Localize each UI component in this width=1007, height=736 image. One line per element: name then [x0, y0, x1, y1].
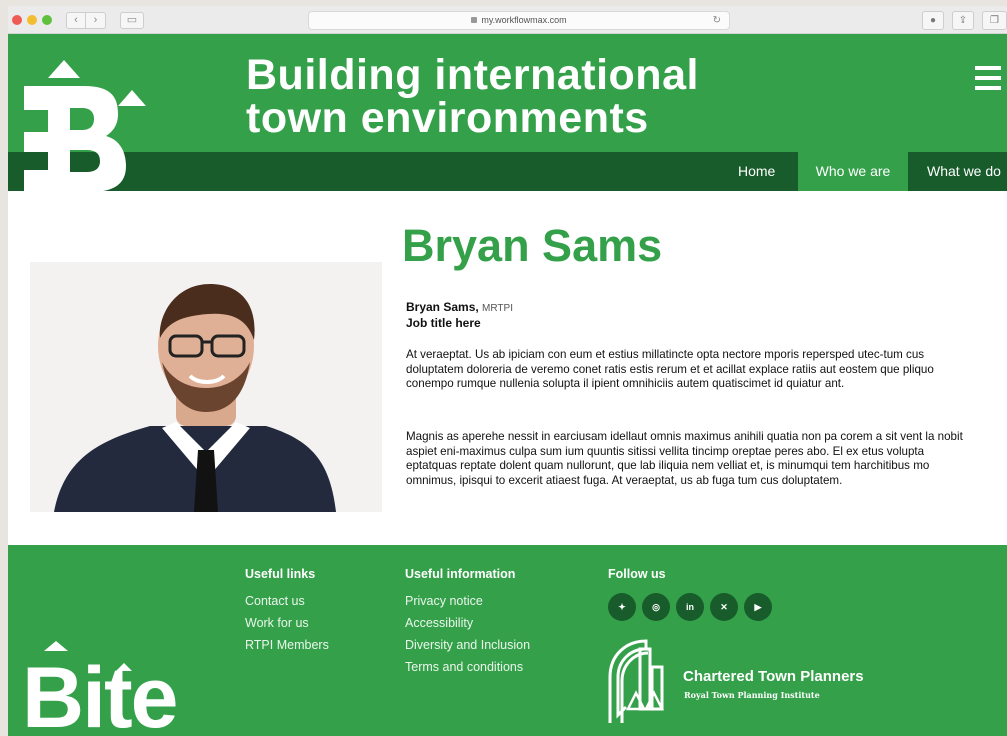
- address-bar[interactable]: my.workflowmax.com ↻: [308, 11, 730, 30]
- useful-links-title: Useful links: [245, 567, 316, 581]
- profile-job-title: Job title here: [406, 316, 481, 330]
- web-page: Building international town environments…: [8, 34, 1007, 736]
- rtpi-logo-icon[interactable]: [606, 637, 668, 723]
- back-button[interactable]: ‹: [66, 12, 86, 29]
- headline-line-2: town environments: [246, 94, 649, 142]
- forward-button[interactable]: ›: [86, 12, 106, 29]
- profile-name: Bryan Sams,: [406, 300, 479, 314]
- profile-name-line: Bryan Sams, MRTPI: [406, 300, 513, 314]
- site-header: Building international town environments: [8, 34, 1007, 152]
- footer-link-privacy[interactable]: Privacy notice: [405, 594, 483, 608]
- site-logo-icon[interactable]: [22, 60, 152, 192]
- share-icon: ⇪: [958, 15, 968, 26]
- nav-home[interactable]: Home: [738, 152, 775, 191]
- tabs-icon: ❐: [990, 15, 999, 26]
- menu-icon[interactable]: [975, 66, 1001, 92]
- url-text: my.workflowmax.com: [481, 15, 567, 25]
- footer-link-contact[interactable]: Contact us: [245, 594, 305, 608]
- bite-logo-text: Bite: [22, 650, 178, 736]
- privacy-report-button[interactable]: ●: [922, 11, 944, 30]
- bluesky-icon[interactable]: ✦: [608, 593, 636, 621]
- follow-us-title: Follow us: [608, 567, 666, 581]
- page-headline: Building international town environments: [246, 54, 699, 140]
- profile-credentials: MRTPI: [482, 303, 513, 314]
- footer-link-work[interactable]: Work for us: [245, 616, 309, 630]
- chevron-left-icon: ‹: [74, 14, 78, 26]
- shield-icon: ●: [929, 15, 937, 26]
- reload-icon[interactable]: ↻: [713, 12, 721, 29]
- profile-name-heading: Bryan Sams: [402, 220, 663, 271]
- minimize-window-button[interactable]: [27, 15, 37, 25]
- instagram-icon[interactable]: ◎: [642, 593, 670, 621]
- footer-link-diversity[interactable]: Diversity and Inclusion: [405, 638, 530, 652]
- footer-link-members[interactable]: RTPI Members: [245, 638, 329, 652]
- lock-icon: [471, 17, 478, 23]
- sidebar-icon: ▭: [126, 14, 138, 26]
- zoom-window-button[interactable]: [42, 15, 52, 25]
- chevron-right-icon: ›: [93, 14, 98, 26]
- share-button[interactable]: ⇪: [952, 11, 974, 30]
- youtube-icon[interactable]: ▶: [744, 593, 772, 621]
- rtpi-name: Chartered Town Planners: [683, 668, 864, 685]
- rtpi-subtitle: Royal Town Planning Institute: [684, 690, 820, 700]
- main-navigation: Home Who we are What we do: [8, 152, 1007, 191]
- sidebar-toggle-button[interactable]: ▭: [120, 12, 144, 29]
- profile-paragraph-2: Magnis as aperehe nessit in earciusam id…: [406, 430, 963, 487]
- close-window-button[interactable]: [12, 15, 22, 25]
- footer-link-terms[interactable]: Terms and conditions: [405, 660, 523, 674]
- x-icon[interactable]: ✕: [710, 593, 738, 621]
- headline-line-1: Building international: [246, 51, 699, 99]
- site-footer: Useful links Contact us Work for us RTPI…: [8, 545, 1007, 736]
- profile-photo: [30, 262, 382, 512]
- browser-toolbar: ‹ › ▭ my.workflowmax.com ↻ ● ⇪ ❐: [8, 6, 1007, 34]
- linkedin-icon[interactable]: in: [676, 593, 704, 621]
- footer-link-accessibility[interactable]: Accessibility: [405, 616, 473, 630]
- tabs-button[interactable]: ❐: [982, 11, 1007, 30]
- nav-what-we-do[interactable]: What we do: [927, 152, 1001, 191]
- nav-who-we-are[interactable]: Who we are: [798, 152, 908, 191]
- profile-paragraph-1: At veraeptat. Us ab ipiciam con eum et e…: [406, 348, 934, 391]
- useful-information-title: Useful information: [405, 567, 516, 581]
